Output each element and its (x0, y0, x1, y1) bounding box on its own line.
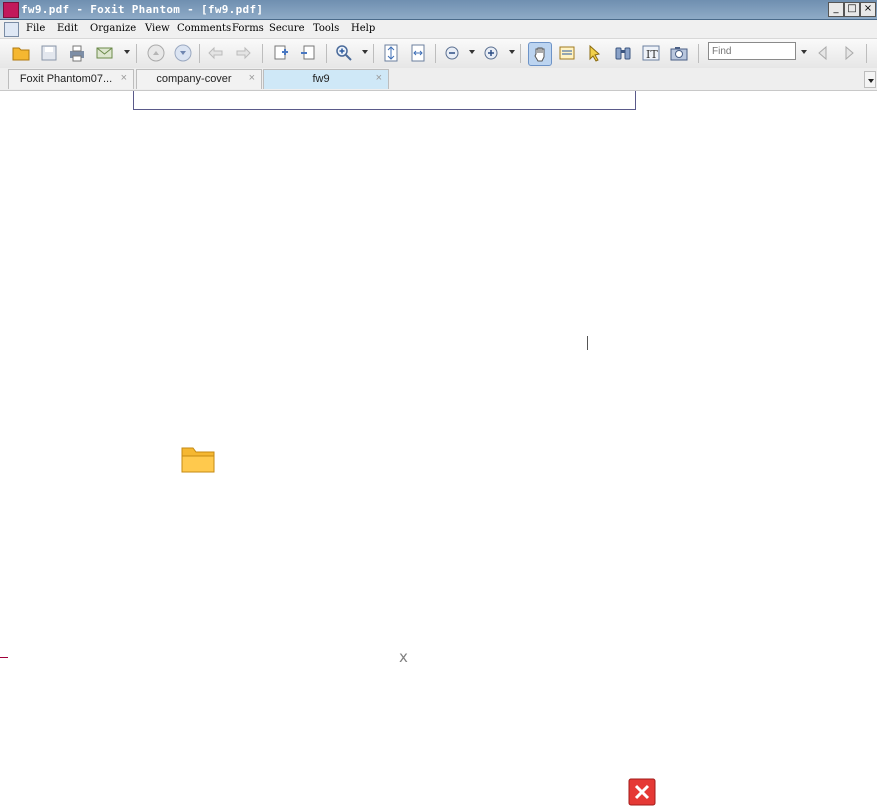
app-icon (3, 2, 19, 18)
tab-close-icon[interactable]: × (376, 72, 382, 84)
scroll-up-icon[interactable] (145, 42, 167, 64)
snapshot-camera-icon[interactable] (668, 42, 690, 64)
menu-comments[interactable]: Comments (177, 22, 231, 36)
menu-file[interactable]: File (26, 22, 45, 36)
extract-page-icon[interactable] (297, 42, 319, 64)
menu-help[interactable]: Help (351, 22, 375, 36)
typewriter-icon[interactable] (556, 42, 578, 64)
zoom-in-plus-icon[interactable] (480, 42, 502, 64)
open-icon[interactable] (10, 42, 32, 64)
email-icon[interactable] (94, 42, 116, 64)
red-close-icon[interactable] (628, 778, 656, 806)
document-tab-bar: Foxit Phantom07... × company-cover × fw9… (0, 68, 877, 91)
tab-list-dropdown-button[interactable] (864, 71, 876, 88)
zoom-in-dropdown-icon[interactable] (509, 50, 515, 54)
insert-page-icon[interactable] (270, 42, 292, 64)
minimize-button[interactable]: _ (828, 2, 844, 17)
zoom-out-minus-icon[interactable] (441, 42, 463, 64)
close-window-button[interactable]: × (860, 2, 876, 17)
back-arrow-icon[interactable] (205, 42, 227, 64)
menu-edit[interactable]: Edit (57, 22, 78, 36)
document-menu-icon[interactable] (4, 22, 19, 37)
tab-label: company-cover (156, 73, 232, 85)
svg-text:IT: IT (646, 48, 658, 61)
bracket-outline (133, 91, 636, 110)
chevron-down-icon (868, 79, 874, 83)
forward-arrow-icon[interactable] (232, 42, 254, 64)
zoom-dropdown-icon[interactable] (362, 50, 368, 54)
zoom-out-dropdown-icon[interactable] (469, 50, 475, 54)
tab-fw9[interactable]: fw9 × (263, 69, 389, 89)
zoom-in-icon[interactable] (333, 42, 355, 64)
hand-tool-icon[interactable] (528, 42, 552, 66)
tab-company-cover[interactable]: company-cover × (136, 69, 262, 89)
tab-label: fw9 (312, 73, 330, 85)
tab-label: Foxit Phantom07... (19, 73, 113, 85)
tab-close-icon[interactable]: × (121, 72, 127, 84)
fit-page-icon[interactable] (380, 42, 402, 64)
find-input[interactable] (708, 42, 796, 60)
title-bar[interactable]: fw9.pdf - Foxit Phantom - [fw9.pdf] _ □ … (0, 0, 877, 20)
menu-secure[interactable]: Secure (269, 22, 305, 36)
text-caret (587, 336, 588, 350)
gray-close-icon[interactable]: x (399, 648, 408, 666)
menu-tools[interactable]: Tools (313, 22, 339, 36)
menu-forms[interactable]: Forms (232, 22, 264, 36)
select-arrow-icon[interactable] (584, 42, 606, 64)
tab-foxit-phantom[interactable]: Foxit Phantom07... × (8, 69, 134, 89)
binoculars-icon[interactable] (612, 42, 634, 64)
find-prev-icon[interactable] (812, 42, 834, 64)
menu-bar: File Edit Organize View Comments Forms S… (0, 20, 877, 39)
folder-icon[interactable] (181, 444, 215, 473)
menu-view[interactable]: View (145, 22, 170, 36)
find-next-icon[interactable] (838, 42, 860, 64)
save-icon[interactable] (38, 42, 60, 64)
scroll-down-icon[interactable] (172, 42, 194, 64)
email-dropdown-icon[interactable] (124, 50, 130, 54)
window-title: fw9.pdf - Foxit Phantom - [fw9.pdf] (21, 3, 264, 16)
maximize-button[interactable]: □ (844, 2, 860, 17)
fit-width-icon[interactable] (407, 42, 429, 64)
print-icon[interactable] (66, 42, 88, 64)
text-select-icon[interactable]: IT (640, 42, 662, 64)
tab-close-icon[interactable]: × (249, 72, 255, 84)
menu-organize[interactable]: Organize (90, 22, 136, 36)
red-line-mark (0, 657, 8, 658)
find-options-dropdown-icon[interactable] (801, 50, 807, 54)
